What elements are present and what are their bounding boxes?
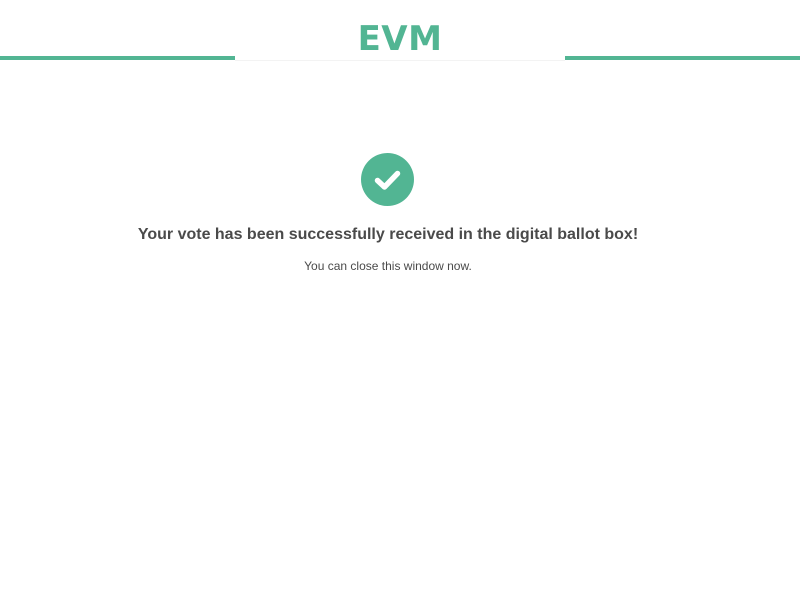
close-window-hint: You can close this window now. (304, 259, 472, 273)
checkmark-circle-icon (361, 153, 414, 206)
success-message: Your vote has been successfully received… (137, 226, 639, 243)
confirmation-panel: Your vote has been successfully received… (0, 0, 800, 600)
